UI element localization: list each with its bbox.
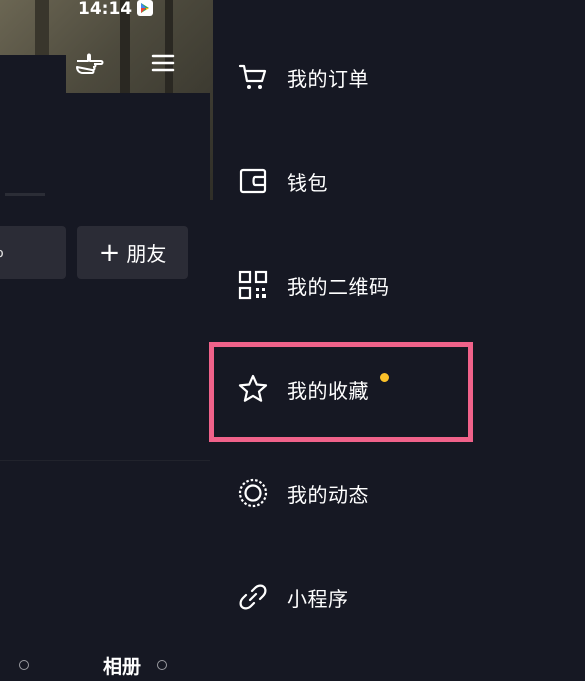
hand-pointer-icon[interactable] (74, 48, 108, 78)
highlight-annotation (209, 342, 473, 442)
tab-album[interactable]: 相册 (103, 652, 141, 679)
menu-item-label: 我的二维码 (287, 274, 390, 299)
link-icon (237, 581, 269, 613)
menu-item-qr-code[interactable]: 我的二维码 (237, 267, 390, 303)
profile-header-block (0, 55, 66, 95)
menu-item-label: 我的订单 (287, 66, 369, 91)
menu-item-label: 我的动态 (287, 482, 369, 507)
photo-detail (35, 0, 49, 60)
menu-item-mini-programs[interactable]: 小程序 (237, 579, 349, 615)
photo-detail (165, 0, 173, 95)
edit-profile-button[interactable]: % (0, 226, 66, 279)
menu-item-moments[interactable]: 我的动态 (237, 475, 369, 511)
menu-item-label: 钱包 (287, 170, 328, 195)
qr-code-icon (237, 269, 269, 301)
content-divider (0, 460, 210, 461)
add-friend-label: 朋友 (126, 242, 167, 266)
side-drawer (213, 0, 585, 668)
menu-item-orders[interactable]: 我的订单 (237, 59, 369, 95)
play-store-icon (137, 0, 153, 16)
lock-icon (157, 660, 167, 670)
shopping-cart-icon (237, 61, 269, 93)
wallet-icon (237, 165, 269, 197)
add-friend-button[interactable]: + 朋友 (77, 226, 188, 279)
plus-icon: + (98, 237, 121, 268)
profile-info-panel (0, 93, 210, 200)
status-time: 14:14 (78, 0, 133, 19)
menu-item-wallet[interactable]: 钱包 (237, 163, 328, 199)
profile-text-fragment (5, 193, 45, 196)
moments-ring-icon (237, 477, 269, 509)
hamburger-menu-icon[interactable] (151, 53, 175, 73)
edit-profile-label: % (0, 240, 4, 262)
lock-icon (19, 660, 29, 670)
menu-item-label: 小程序 (287, 586, 349, 611)
